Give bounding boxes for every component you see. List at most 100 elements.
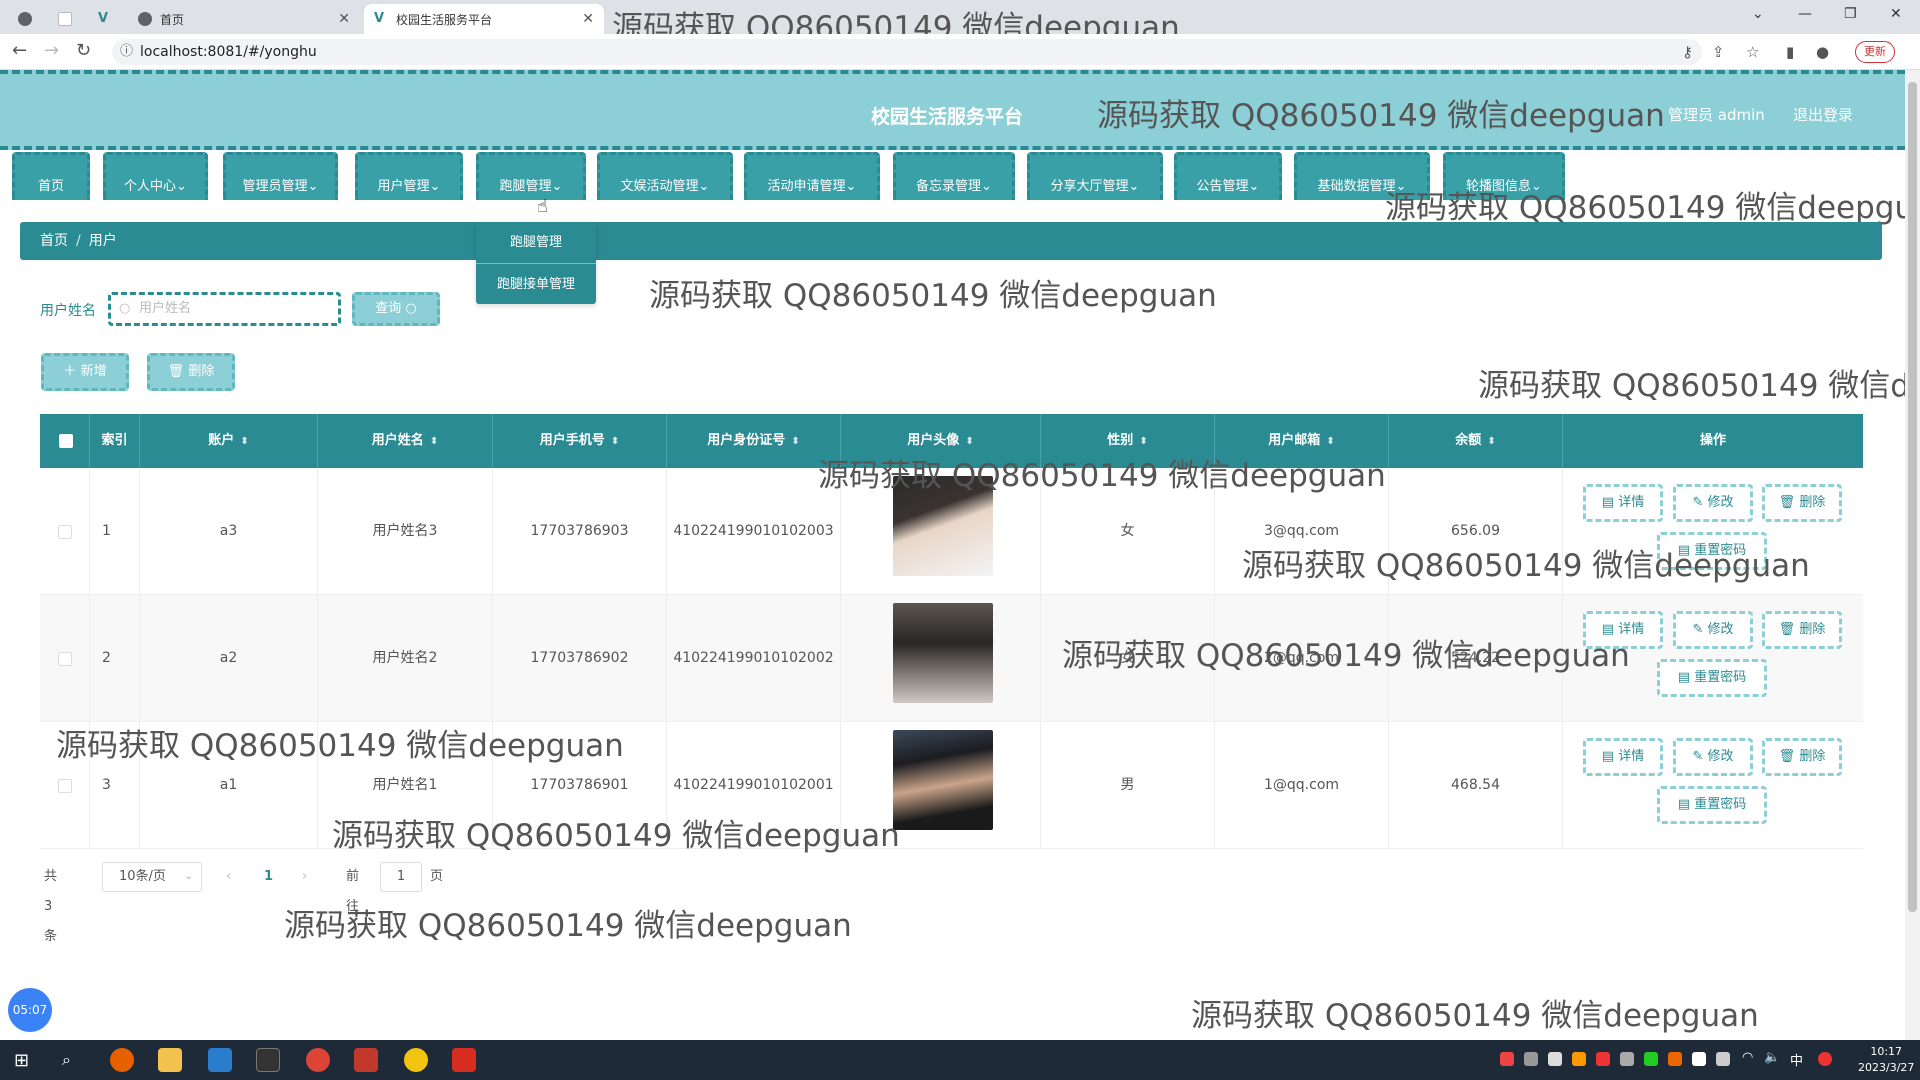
sort-icon[interactable]: ⬍: [1139, 436, 1147, 447]
wps-icon[interactable]: [452, 1048, 476, 1072]
scrollbar-thumb[interactable]: [1908, 82, 1917, 912]
sort-icon[interactable]: ⬍: [611, 436, 619, 447]
wechat-icon[interactable]: [1644, 1052, 1658, 1066]
delete-button[interactable]: 🗑 删除: [1762, 611, 1842, 649]
tray-icon[interactable]: [1692, 1052, 1706, 1066]
nav-errand-management[interactable]: 跑腿管理 ⌄: [476, 152, 586, 200]
nav-activity-application[interactable]: 活动申请管理 ⌄: [744, 152, 880, 200]
url-input[interactable]: ⓘ localhost:8081/#/yonghu: [112, 39, 1702, 65]
nav-entertainment-management[interactable]: 文娱活动管理 ⌄: [597, 152, 733, 200]
dropdown-item-errand[interactable]: 跑腿管理: [476, 222, 596, 263]
tray-icon[interactable]: [1548, 1052, 1562, 1066]
next-page-icon[interactable]: ›: [302, 862, 307, 892]
tab-pinned-1[interactable]: [8, 4, 46, 34]
file-explorer-icon[interactable]: [158, 1048, 182, 1072]
tray-icon[interactable]: [1596, 1052, 1610, 1066]
minimize-icon[interactable]: —: [1798, 6, 1812, 22]
tray-icon[interactable]: [1668, 1052, 1682, 1066]
close-tab-icon[interactable]: ✕: [582, 11, 594, 27]
clock[interactable]: 10:17 2023/3/27: [1858, 1044, 1914, 1076]
avatar-image[interactable]: [893, 603, 993, 703]
tray-icon[interactable]: [1524, 1052, 1538, 1066]
delete-button[interactable]: 🗑 删除: [1762, 484, 1842, 522]
sidebar-icon[interactable]: ▮: [1786, 43, 1794, 61]
col-account[interactable]: 账户 ⬍: [140, 414, 318, 468]
nav-memo-management[interactable]: 备忘录管理 ⌄: [893, 152, 1015, 200]
chrome-icon[interactable]: [306, 1048, 330, 1072]
reload-icon[interactable]: ↻: [76, 40, 91, 61]
terminal-icon[interactable]: [256, 1048, 280, 1072]
row-checkbox[interactable]: [58, 525, 72, 539]
detail-button[interactable]: ▤ 详情: [1583, 484, 1663, 522]
goto-page-input[interactable]: 1: [380, 862, 422, 892]
sort-icon[interactable]: ⬍: [791, 436, 799, 447]
tab-search-icon[interactable]: ⌄: [1752, 6, 1764, 22]
edit-button[interactable]: ✎ 修改: [1673, 738, 1753, 776]
page-size-select[interactable]: 10条/页 ⌄: [102, 862, 202, 892]
profile-icon[interactable]: ●: [1816, 43, 1829, 61]
sort-icon[interactable]: ⬍: [430, 436, 438, 447]
logout-button[interactable]: 退出登录: [1793, 104, 1853, 125]
update-button[interactable]: 更新: [1855, 41, 1895, 63]
avatar-image[interactable]: [893, 730, 993, 830]
sort-icon[interactable]: ⬍: [240, 436, 248, 447]
tray-icon[interactable]: [1620, 1052, 1634, 1066]
tray-icon[interactable]: [1500, 1052, 1514, 1066]
page-number[interactable]: 1: [264, 862, 273, 892]
key-icon[interactable]: ⚷: [1682, 43, 1693, 61]
tab-home[interactable]: 首页 ✕: [128, 4, 360, 34]
query-button[interactable]: 查询 ○: [352, 292, 440, 326]
col-name[interactable]: 用户姓名 ⬍: [318, 414, 493, 468]
row-checkbox[interactable]: [58, 652, 72, 666]
breadcrumb-home[interactable]: 首页: [40, 233, 68, 249]
edit-button[interactable]: ✎ 修改: [1673, 611, 1753, 649]
tray-icon[interactable]: [1572, 1052, 1586, 1066]
restore-icon[interactable]: ❐: [1844, 6, 1857, 22]
volume-icon[interactable]: 🔈: [1764, 1050, 1780, 1065]
tab-pinned-2[interactable]: [48, 4, 86, 34]
sort-icon[interactable]: ⬍: [1326, 436, 1334, 447]
row-checkbox[interactable]: [58, 779, 72, 793]
add-button[interactable]: ＋ 新增: [41, 353, 129, 391]
nav-user-management[interactable]: 用户管理 ⌄: [355, 152, 463, 200]
intellij-icon[interactable]: [354, 1048, 378, 1072]
prev-page-icon[interactable]: ‹: [226, 862, 231, 892]
tab-active[interactable]: V 校园生活服务平台 ✕: [364, 4, 604, 34]
windows-start-icon[interactable]: ⊞: [14, 1050, 29, 1071]
col-phone[interactable]: 用户手机号 ⬍: [493, 414, 667, 468]
tray-icon[interactable]: [1818, 1052, 1832, 1066]
reset-password-button[interactable]: ▤ 重置密码: [1657, 659, 1767, 697]
edit-button[interactable]: ✎ 修改: [1673, 484, 1753, 522]
firefox-icon[interactable]: [110, 1048, 134, 1072]
app-icon[interactable]: [404, 1048, 428, 1072]
col-balance[interactable]: 余额 ⬍: [1389, 414, 1563, 468]
page-scrollbar[interactable]: [1905, 70, 1920, 1040]
sort-icon[interactable]: ⬍: [965, 436, 973, 447]
close-window-icon[interactable]: ✕: [1890, 6, 1902, 22]
close-tab-icon[interactable]: ✕: [338, 11, 350, 27]
col-id-card[interactable]: 用户身份证号 ⬍: [667, 414, 841, 468]
star-icon[interactable]: ☆: [1746, 43, 1759, 61]
sort-icon[interactable]: ⬍: [1487, 436, 1495, 447]
vscode-icon[interactable]: [208, 1048, 232, 1072]
search-icon[interactable]: ⌕: [62, 1050, 71, 1070]
battery-icon[interactable]: [1716, 1052, 1730, 1066]
nav-personal-center[interactable]: 个人中心 ⌄: [103, 152, 208, 200]
dropdown-item-errand-orders[interactable]: 跑腿接单管理: [476, 263, 596, 304]
back-icon[interactable]: ←: [12, 40, 27, 61]
forward-icon[interactable]: →: [44, 40, 59, 61]
share-icon[interactable]: ⇪: [1712, 43, 1725, 61]
reset-password-button[interactable]: ▤ 重置密码: [1657, 786, 1767, 824]
nav-notice-management[interactable]: 公告管理 ⌄: [1174, 152, 1282, 200]
wifi-icon[interactable]: ◠: [1742, 1050, 1753, 1065]
ime-icon[interactable]: 中: [1790, 1050, 1803, 1069]
nav-admin-management[interactable]: 管理员管理 ⌄: [223, 152, 338, 200]
select-all-checkbox[interactable]: [59, 434, 73, 448]
batch-delete-button[interactable]: 🗑 删除: [147, 353, 235, 391]
delete-button[interactable]: 🗑 删除: [1762, 738, 1842, 776]
nav-home[interactable]: 首页: [12, 152, 90, 200]
detail-button[interactable]: ▤ 详情: [1583, 738, 1663, 776]
tab-pinned-3[interactable]: V: [88, 4, 126, 34]
nav-share-hall[interactable]: 分享大厅管理 ⌄: [1027, 152, 1163, 200]
search-input[interactable]: ○ 用户姓名: [108, 292, 341, 326]
